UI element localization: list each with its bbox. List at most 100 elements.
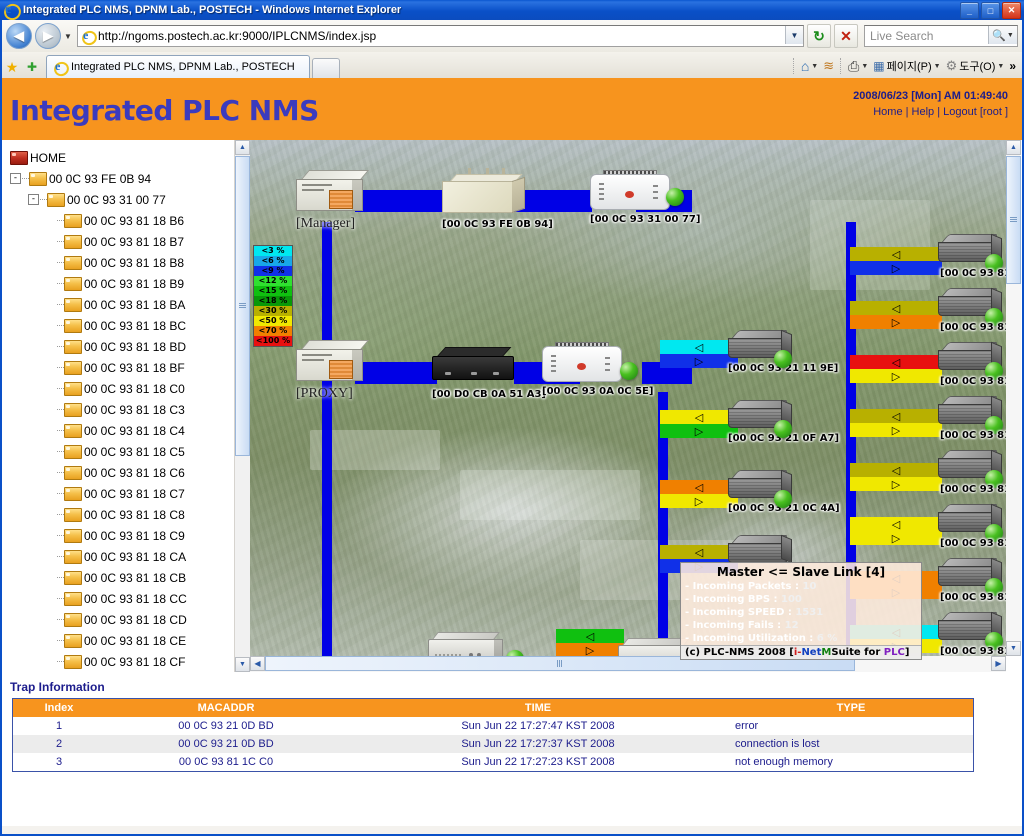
- chevron-down-icon[interactable]: ▼: [785, 26, 803, 44]
- link-bar-down[interactable]: ▷: [850, 315, 942, 329]
- link-bar-up[interactable]: ◁: [850, 355, 942, 369]
- link-bar-pair-right[interactable]: ◁▷: [850, 247, 942, 275]
- map-vertical-scrollbar[interactable]: ▲ ▼: [1006, 140, 1021, 656]
- node-manager[interactable]: [Manager]: [296, 170, 370, 232]
- table-row[interactable]: 2 00 0C 93 21 0D BD Sun Jun 22 17:27:37 KS…: [12, 735, 974, 753]
- table-row[interactable]: 1 00 0C 93 21 0D BD Sun Jun 22 17:27:47 KS…: [13, 717, 974, 735]
- node-router-fe0b94[interactable]: [00 0C 93 FE 0B 94]: [442, 168, 553, 230]
- link-bar-down[interactable]: ▷: [850, 261, 942, 275]
- page-menu-button[interactable]: ▦ 페이지(P) ▼: [871, 58, 942, 74]
- toolbar-overflow-button[interactable]: »: [1007, 59, 1018, 73]
- map-scroll-down-button[interactable]: ▼: [1006, 641, 1021, 656]
- close-button[interactable]: ✕: [1002, 2, 1021, 19]
- tree-scroll-down-button[interactable]: ▼: [235, 657, 250, 672]
- link-bar-pair[interactable]: ◁▷: [660, 410, 738, 438]
- tree-node[interactable]: - 00 0C 93 FE 0B 94: [10, 168, 187, 189]
- tree-expander[interactable]: -: [28, 194, 39, 205]
- link-bar-up[interactable]: ◁: [660, 480, 738, 494]
- link-bar-up[interactable]: ◁: [556, 629, 624, 643]
- tree-node[interactable]: 00 0C 93 81 18 C7: [10, 483, 187, 504]
- link-bar-pair-right[interactable]: ◁▷: [850, 463, 942, 491]
- nav-help-link[interactable]: Help: [912, 106, 935, 118]
- tree-node[interactable]: 00 0C 93 81 18 CE: [10, 630, 187, 651]
- node-dvr-0a51a3[interactable]: [00 D0 CB 0A 51 A3]: [432, 345, 546, 400]
- link-bar-up[interactable]: ◁: [660, 340, 738, 354]
- home-button[interactable]: ⌂ ▼: [799, 58, 820, 74]
- history-dropdown-icon[interactable]: ▼: [61, 32, 75, 41]
- link-bar-down[interactable]: ▷: [660, 424, 738, 438]
- link-bar-up[interactable]: ◁: [850, 247, 942, 261]
- link-bar-pair-right[interactable]: ◁▷: [850, 409, 942, 437]
- column-header-type[interactable]: TYPE: [729, 698, 974, 717]
- column-header-macaddr[interactable]: MACADDR: [105, 698, 347, 717]
- link-bar-pair-right[interactable]: ◁▷: [850, 517, 942, 545]
- refresh-icon[interactable]: ↻: [807, 24, 831, 48]
- link-bar-pair[interactable]: ◁▷: [660, 480, 738, 508]
- link-bar-down[interactable]: ▷: [660, 494, 738, 508]
- map-scroll-thumb[interactable]: [1006, 156, 1021, 284]
- nav-home-link[interactable]: Home: [873, 106, 902, 118]
- tree-node[interactable]: 00 0C 93 81 18 BA: [10, 294, 187, 315]
- link-bar-down[interactable]: ▷: [660, 354, 738, 368]
- map-scroll-up-button[interactable]: ▲: [1006, 140, 1021, 155]
- link-bar-up[interactable]: ◁: [850, 301, 942, 315]
- tree-node[interactable]: 00 0C 93 81 18 CF: [10, 651, 187, 672]
- add-favorite-icon[interactable]: ✚: [22, 56, 42, 78]
- tree-node[interactable]: 00 0C 93 81 18 B8: [10, 252, 187, 273]
- tree-node[interactable]: 00 0C 93 81 18 BD: [10, 336, 187, 357]
- tree-expander[interactable]: -: [10, 173, 21, 184]
- tree-node[interactable]: HOME: [10, 147, 187, 168]
- stop-icon[interactable]: ✕: [834, 24, 858, 48]
- search-submit[interactable]: 🔍 ▼: [988, 26, 1017, 44]
- link-bar-pair-bottom[interactable]: ◁ ▷: [556, 629, 624, 656]
- link-bar-down[interactable]: ▷: [850, 531, 942, 545]
- maximize-button[interactable]: □: [981, 2, 1000, 19]
- link-bar-down[interactable]: ▷: [850, 423, 942, 437]
- link-bar-pair[interactable]: ◁▷: [660, 340, 738, 368]
- print-button[interactable]: ⎙ ▼: [846, 58, 870, 75]
- map-scroll-right-button[interactable]: ▶: [991, 656, 1006, 671]
- tools-menu-button[interactable]: ⚙ 도구(O) ▼: [944, 58, 1007, 74]
- tree-node[interactable]: 00 0C 93 81 18 C9: [10, 525, 187, 546]
- link-bar-up[interactable]: ◁: [850, 517, 942, 531]
- favorites-icon[interactable]: ★: [2, 56, 22, 78]
- map-scroll-left-button[interactable]: ◀: [250, 656, 265, 671]
- tree-node[interactable]: 00 0C 93 81 18 CB: [10, 567, 187, 588]
- forward-button[interactable]: ▶: [35, 23, 61, 49]
- tab-iplcnms[interactable]: e Integrated PLC NMS, DPNM Lab., POSTECH: [46, 55, 310, 79]
- device-tree-panel[interactable]: HOME -00 0C 93 FE 0B 94-00 0C 93 31 00 77…: [2, 140, 234, 672]
- tree-node[interactable]: 00 0C 93 81 18 C4: [10, 420, 187, 441]
- tree-node[interactable]: 00 0C 93 81 18 C3: [10, 399, 187, 420]
- back-button[interactable]: ◀: [6, 23, 32, 49]
- tree-node[interactable]: 00 0C 93 81 18 C6: [10, 462, 187, 483]
- new-tab-button[interactable]: [312, 58, 340, 78]
- link-bar-up[interactable]: ◁: [850, 409, 942, 423]
- link-bar-up[interactable]: ◁: [850, 463, 942, 477]
- tree-node[interactable]: 00 0C 93 81 18 BC: [10, 315, 187, 336]
- column-header-index[interactable]: Index: [12, 698, 105, 717]
- tree-node[interactable]: 00 0C 93 81 18 C5: [10, 441, 187, 462]
- tree-node[interactable]: - 00 0C 93 31 00 77: [10, 189, 187, 210]
- link-bar-up[interactable]: ◁: [660, 545, 738, 559]
- tree-node[interactable]: 00 0C 93 81 18 C8: [10, 504, 187, 525]
- tree-node[interactable]: 00 0C 93 81 18 CD: [10, 609, 187, 630]
- tree-node[interactable]: 00 0C 93 81 18 BF: [10, 357, 187, 378]
- link-bar-down[interactable]: ▷: [556, 643, 624, 656]
- tree-node[interactable]: 00 0C 93 81 18 B7: [10, 231, 187, 252]
- tree-scroll-up-button[interactable]: ▲: [235, 140, 250, 155]
- search-input[interactable]: Live Search 🔍 ▼: [864, 25, 1018, 47]
- link-bar-pair-right[interactable]: ◁▷: [850, 355, 942, 383]
- tree-node[interactable]: 00 0C 93 81 18 B9: [10, 273, 187, 294]
- tree-node[interactable]: 00 0C 93 81 18 CC: [10, 588, 187, 609]
- node-plc-mid-3[interactable]: [728, 534, 792, 565]
- column-header-time[interactable]: TIME: [347, 698, 729, 717]
- link-bar-down[interactable]: ▷: [850, 477, 942, 491]
- link-bar-up[interactable]: ◁: [660, 410, 738, 424]
- node-proxy[interactable]: [PROXY]: [296, 340, 370, 402]
- tree-scrollbar[interactable]: ▲ ▼: [234, 140, 250, 672]
- nav-logout-link[interactable]: Logout: [943, 106, 977, 118]
- link-bar-pair-right[interactable]: ◁▷: [850, 301, 942, 329]
- tree-node[interactable]: 00 0C 93 81 18 CA: [10, 546, 187, 567]
- table-row[interactable]: 3 00 0C 93 81 1C C0 Sun Jun 22 17:27:23 KS…: [13, 753, 974, 772]
- minimize-button[interactable]: _: [960, 2, 979, 19]
